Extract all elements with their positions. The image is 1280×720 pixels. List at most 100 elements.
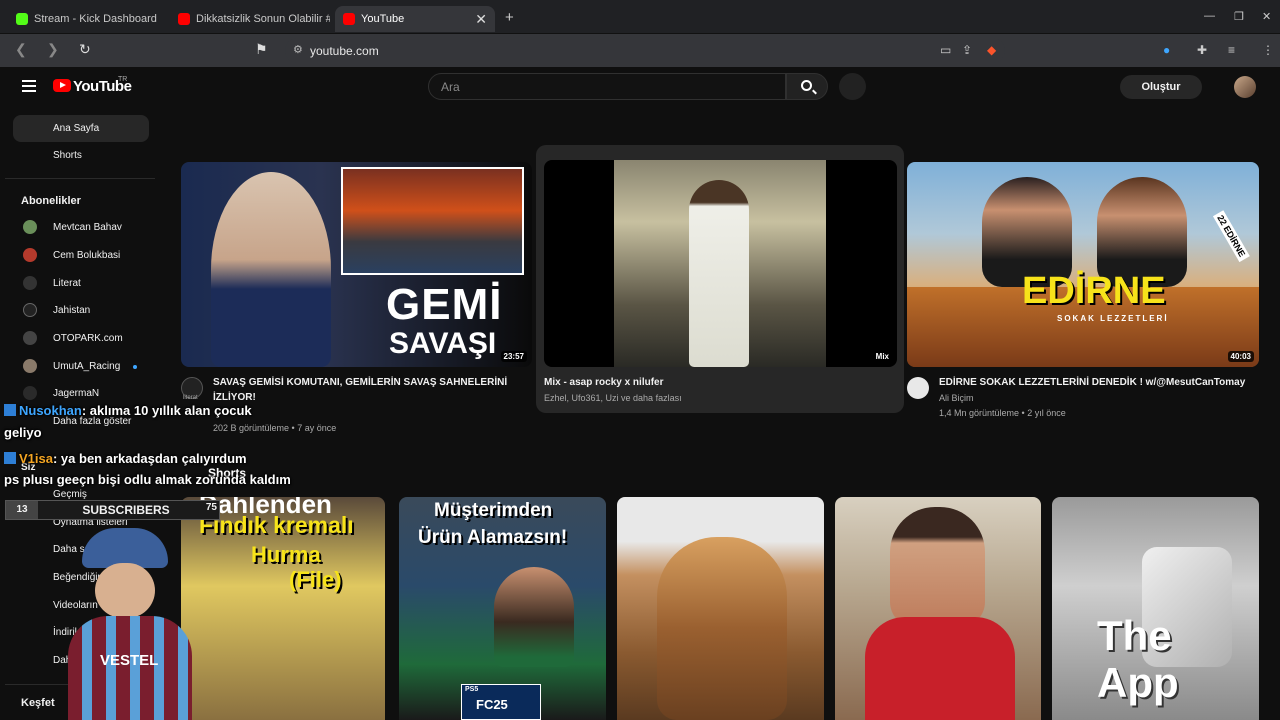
thumbnail-text: EDİRNE [1022,270,1166,312]
short-thumbnail[interactable]: Dahlenden Fındık kremalı Hurma (File) [181,497,385,720]
video-duration: 40:03 [1227,351,1254,362]
brave-shield-icon[interactable]: ◆ [987,43,996,57]
short-thumbnail[interactable]: The App [1052,497,1259,720]
short-thumbnail[interactable]: Müşterimden Ürün Alamazsın! PS5 FC25 [399,497,606,720]
reload-icon[interactable]: ↻ [79,41,91,58]
channel-avatar [23,359,37,373]
short-caption: Ürün Alamazsın! [418,527,568,548]
sidebar-item-label: Cem Bolukbasi [53,250,121,261]
sidebar-sub-mevtcan[interactable]: Mevtcan Bahav [13,214,149,241]
sidebar-sub-umuta[interactable]: UmutA_Racing [13,353,149,380]
sidebar-item-label: Literat [53,278,81,289]
video-title[interactable]: Mix - asap rocky x nilufer [544,375,884,390]
youtube-logo-icon[interactable] [53,79,71,92]
mix-artists[interactable]: Ezhel, Ufo361, Uzi ve daha fazlası [544,391,682,405]
close-tab-icon[interactable]: ✕ [475,11,487,28]
jersey-sponsor: VESTEL [100,652,159,669]
cast-icon[interactable]: ▭ [940,43,951,57]
subscriptions-heading: Abonelikler [21,195,81,207]
short-thumbnail[interactable] [835,497,1041,720]
close-window-icon[interactable]: ✕ [1262,10,1271,23]
thumbnail-text: GEMİ [386,280,503,329]
channel-avatar [23,331,37,345]
sidebar-sub-cem[interactable]: Cem Bolukbasi [13,242,149,269]
tab-title: YouTube [361,13,405,25]
tab-shorts-video[interactable]: Dikkatsizlik Sonun Olabilir #shorts - Y [170,6,330,32]
sidebar-sub-otopark[interactable]: OTOPARK.com [13,325,149,352]
short-caption: App [1097,659,1179,706]
playlist-icon[interactable]: ≡ [1228,43,1235,57]
extension-blue-icon[interactable]: ● [1163,43,1170,57]
sub-goal-current: 13 [6,501,38,519]
thumbnail-text: SAVAŞI [389,327,497,360]
search-input[interactable]: Ara [428,73,786,100]
sidebar-item-label: Geçmiş [53,489,87,500]
tab-title: Stream - Kick Dashboard [34,13,157,25]
tab-kick-dashboard[interactable]: Stream - Kick Dashboard [8,6,168,32]
kick-icon [16,13,28,25]
sidebar-item-home[interactable]: Ana Sayfa [13,115,149,142]
fc25-label: FC25 [476,697,508,712]
sidebar-divider [5,178,155,179]
search-placeholder: Ara [441,80,460,94]
ps5-label: PS5 [465,686,479,693]
chat-message-continuation: geliyo [4,425,42,440]
sidebar-item-label: Ana Sayfa [53,123,100,134]
video-title[interactable]: EDİRNE SOKAK LEZZETLERİNİ DENEDİK ! w/@M… [939,375,1259,390]
address-bar[interactable]: ⚙ youtube.com [285,38,1005,63]
hamburger-menu-icon[interactable] [22,80,36,92]
chat-username: V1isa [19,451,53,466]
share-icon[interactable]: ⇪ [962,43,972,57]
webcam-hat [82,528,168,568]
sidebar-sub-literat[interactable]: Literat [13,270,149,297]
mix-badge: Mix [872,351,892,362]
channel-name[interactable]: Ali Biçim [939,391,974,405]
video-thumbnail[interactable]: EDİRNE SOKAK LEZZETLERİ 22 EDİRNE 40:03 [907,162,1259,367]
sub-goal-label: SUBSCRIBERS [82,503,170,517]
short-caption: (File) [289,567,342,592]
sub-goal-target: 75 [205,502,217,513]
bookmark-icon[interactable]: ⚑ [255,41,268,58]
new-tab-icon[interactable]: + [505,9,514,26]
site-info-icon[interactable]: ⚙ [293,43,303,56]
sidebar-sub-jahistan[interactable]: Jahistan [13,297,149,324]
account-avatar[interactable] [1234,76,1256,98]
sidebar-item-label: OTOPARK.com [53,333,123,344]
search-icon [801,80,812,91]
tab-title: Dikkatsizlik Sonun Olabilir #shorts - Y [196,13,330,25]
chat-message: V1isa: ya ben arkadaşdan çalıyırdum [4,451,247,466]
webcam-jersey: VESTEL [68,616,192,720]
sidebar-item-label: JagermaN [53,388,100,399]
chat-message-continuation: ps plusı geeçn bişi odlu almak zorunda k… [4,472,291,487]
tab-youtube[interactable]: YouTube ✕ [335,6,495,32]
video-thumbnail[interactable]: GEMİ SAVAŞI 23:57 [181,162,532,367]
channel-avatar[interactable] [907,377,929,399]
channel-avatar [23,220,37,234]
forward-icon[interactable]: ❯ [47,41,59,58]
sidebar-item-label: Mevtcan Bahav [53,222,122,233]
webcam-overlay: VESTEL [60,528,200,720]
browser-toolbar: ❮ ❯ ↻ ⚑ ⚙ youtube.com ▭ ⇪ ◆ ● ✚ ≡ ⋮ [0,34,1280,67]
create-button[interactable]: Oluştur [1120,75,1202,99]
youtube-icon [343,13,355,25]
menu-dots-icon[interactable]: ⋮ [1262,43,1274,57]
short-caption: Müşterimden [434,500,553,521]
back-icon[interactable]: ❮ [15,41,27,58]
sidebar-item-label: Jahistan [53,305,91,316]
live-indicator-icon [133,365,137,369]
channel-avatar [23,386,37,400]
short-thumbnail[interactable] [617,497,824,720]
video-title[interactable]: SAVAŞ GEMİSİ KOMUTANI, GEMİLERİN SAVAŞ S… [213,375,528,405]
restore-icon[interactable]: ❐ [1234,10,1244,23]
channel-avatar [23,303,37,317]
extensions-icon[interactable]: ✚ [1197,43,1207,57]
thumbnail-ship-image [341,167,524,275]
voice-search-button[interactable] [839,73,866,100]
search-button[interactable] [786,73,828,100]
subscriber-goal-bar: 13 SUBSCRIBERS 75 [5,500,220,520]
sidebar-item-shorts[interactable]: Shorts [13,142,149,169]
minimize-icon[interactable]: — [1204,10,1215,22]
channel-avatar [23,276,37,290]
sidebar-item-label: Shorts [53,150,82,161]
video-thumbnail[interactable]: Mix [544,160,897,367]
